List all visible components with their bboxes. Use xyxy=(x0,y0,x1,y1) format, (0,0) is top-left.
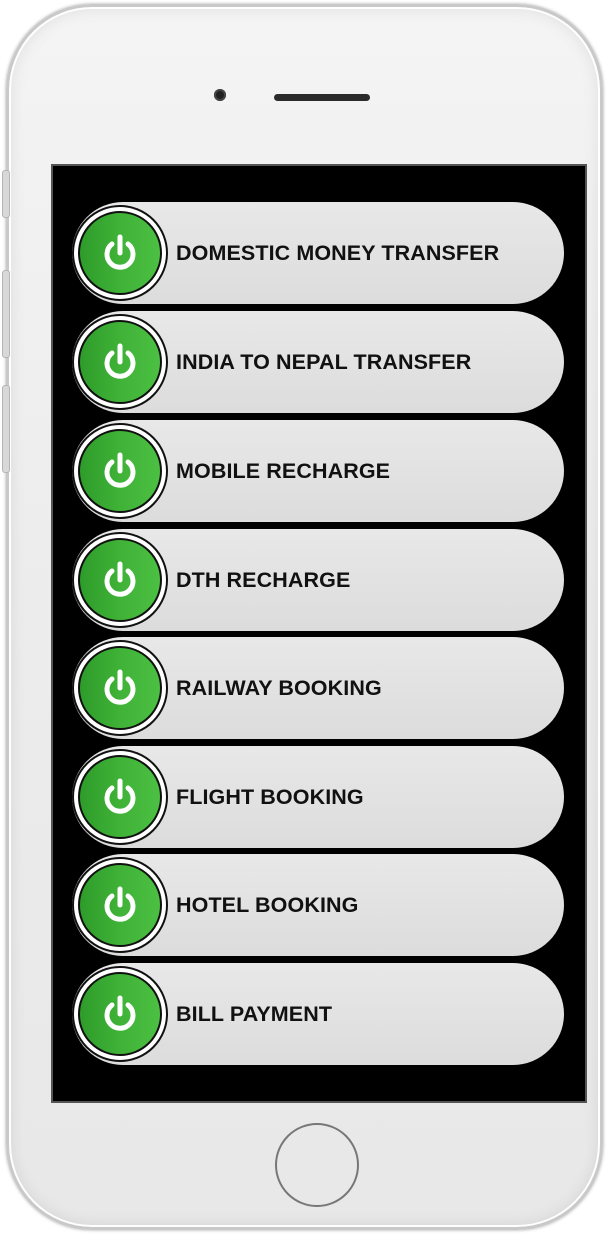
phone-screen: DOMESTIC MONEY TRANSFER INDIA TO NEPAL T… xyxy=(51,164,587,1103)
menu-item-label: HOTEL BOOKING xyxy=(176,893,359,917)
menu-item-label: INDIA TO NEPAL TRANSFER xyxy=(176,350,472,374)
power-icon xyxy=(72,314,168,410)
power-icon xyxy=(72,205,168,301)
menu-item-india-to-nepal-transfer[interactable]: INDIA TO NEPAL TRANSFER xyxy=(72,311,564,413)
power-icon xyxy=(72,532,168,628)
power-icon xyxy=(72,857,168,953)
menu-item-mobile-recharge[interactable]: MOBILE RECHARGE xyxy=(72,420,564,522)
menu-item-domestic-money-transfer[interactable]: DOMESTIC MONEY TRANSFER xyxy=(72,202,564,304)
menu-item-bill-payment[interactable]: BILL PAYMENT xyxy=(72,963,564,1065)
menu-item-label: DTH RECHARGE xyxy=(176,568,351,592)
earpiece-speaker xyxy=(274,94,370,101)
menu-item-label: DOMESTIC MONEY TRANSFER xyxy=(176,241,500,265)
menu-item-label: RAILWAY BOOKING xyxy=(176,676,382,700)
phone-frame: DOMESTIC MONEY TRANSFER INDIA TO NEPAL T… xyxy=(6,4,603,1230)
home-button[interactable] xyxy=(275,1123,359,1207)
menu-item-railway-booking[interactable]: RAILWAY BOOKING xyxy=(72,637,564,739)
menu-item-flight-booking[interactable]: FLIGHT BOOKING xyxy=(72,746,564,848)
power-icon xyxy=(72,423,168,519)
menu-item-label: FLIGHT BOOKING xyxy=(176,785,364,809)
volume-down-button[interactable] xyxy=(2,385,10,473)
menu-item-label: MOBILE RECHARGE xyxy=(176,459,391,483)
power-icon xyxy=(72,640,168,736)
menu-item-hotel-booking[interactable]: HOTEL BOOKING xyxy=(72,854,564,956)
mute-switch[interactable] xyxy=(2,170,10,218)
power-icon xyxy=(72,966,168,1062)
front-camera xyxy=(214,89,226,101)
power-icon xyxy=(72,749,168,845)
menu-item-label: BILL PAYMENT xyxy=(176,1002,333,1026)
menu-item-dth-recharge[interactable]: DTH RECHARGE xyxy=(72,529,564,631)
volume-up-button[interactable] xyxy=(2,270,10,358)
